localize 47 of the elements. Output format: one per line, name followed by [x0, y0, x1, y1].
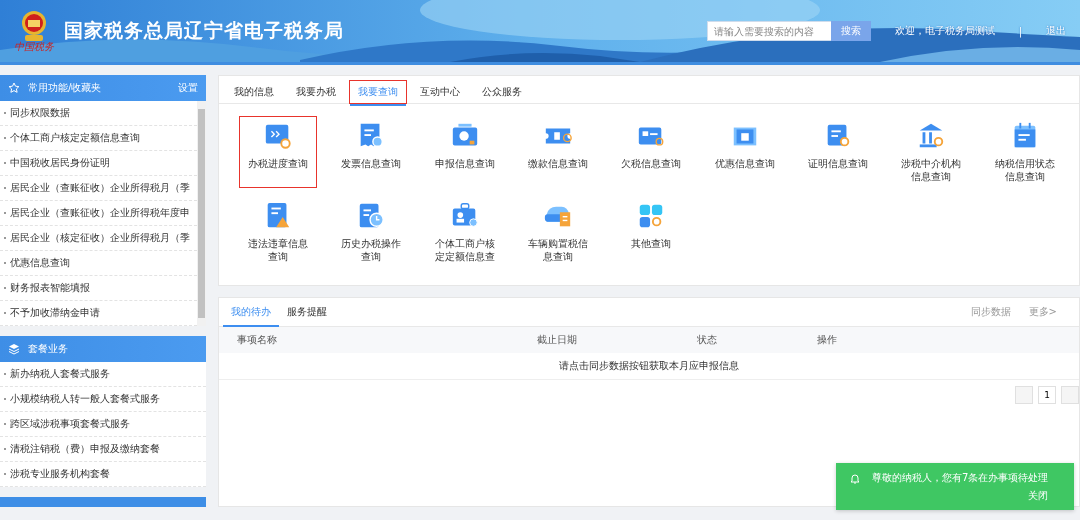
- query-tile[interactable]: 欠税信息查询: [612, 116, 691, 188]
- sidebar-item[interactable]: 跨区域涉税事项套餐式服务: [0, 412, 206, 437]
- emblem-icon: [19, 10, 49, 42]
- tab[interactable]: 互动中心: [411, 80, 469, 104]
- logo-caption: 中国税务: [14, 42, 54, 52]
- tab[interactable]: 服务提醒: [279, 299, 335, 325]
- query-tile[interactable]: 违法违章信息查询: [239, 196, 317, 268]
- tab[interactable]: 我要查询: [349, 80, 407, 104]
- query-tile[interactable]: 优惠信息查询: [705, 116, 784, 188]
- next-page-button[interactable]: [1061, 386, 1079, 404]
- column-header: 操作: [817, 333, 838, 347]
- empty-message: 请点击同步数据按钮获取本月应申报信息: [219, 353, 1079, 380]
- sidebar-item[interactable]: 新办纳税人套餐式服务: [0, 362, 206, 387]
- section-title: 套餐业务: [28, 342, 69, 356]
- star-icon: [8, 82, 20, 94]
- query-tile[interactable]: 缴款信息查询: [519, 116, 597, 188]
- sidebar-item[interactable]: 清税注销税（费）申报及缴纳套餐: [0, 437, 206, 462]
- tab[interactable]: 我要办税: [287, 80, 345, 104]
- tab[interactable]: 我的信息: [225, 80, 283, 104]
- tab[interactable]: 我的待办: [223, 299, 279, 325]
- previous-page-button[interactable]: [1015, 386, 1033, 404]
- page-button[interactable]: 1: [1038, 386, 1056, 404]
- layers-icon: [8, 343, 20, 355]
- sidebar-item[interactable]: 涉税专业服务机构套餐: [0, 462, 206, 487]
- query-tile[interactable]: 个体工商户核定定额信息查: [425, 196, 504, 268]
- query-tile[interactable]: 纳税信用状态信息查询: [985, 116, 1064, 188]
- search-field[interactable]: 请输入需要搜索的内容: [706, 21, 831, 41]
- section-header[interactable]: [0, 497, 206, 507]
- notification-message: 尊敬的纳税人，您有7条在办事项待处理: [872, 471, 1049, 485]
- column-header: 状态: [697, 333, 718, 347]
- query-tile[interactable]: 证明信息查询: [799, 116, 877, 188]
- query-tile[interactable]: 发票信息查询: [332, 116, 411, 188]
- query-tile[interactable]: 其他查询: [612, 196, 691, 268]
- column-header: 截止日期: [537, 333, 578, 347]
- scrollbar[interactable]: [197, 101, 206, 326]
- query-tile[interactable]: 涉税中介机构信息查询: [892, 116, 971, 188]
- site-title: 国家税务总局辽宁省电子税务局: [64, 18, 345, 43]
- section-title: 常用功能/收藏夹: [28, 81, 103, 95]
- sidebar-item[interactable]: 小规模纳税人转一般人套餐式服务: [0, 387, 206, 412]
- query-tile[interactable]: 申报信息查询: [425, 116, 504, 188]
- query-tile[interactable]: 车辆购置税信息查询: [519, 196, 597, 268]
- separator: |: [1018, 25, 1022, 37]
- query-tile[interactable]: 历史办税操作查询: [332, 196, 411, 268]
- column-header: 事项名称: [237, 333, 278, 347]
- query-tile[interactable]: 办税进度查询: [239, 116, 317, 188]
- tab[interactable]: 公众服务: [473, 80, 531, 104]
- bell-icon: [850, 472, 860, 484]
